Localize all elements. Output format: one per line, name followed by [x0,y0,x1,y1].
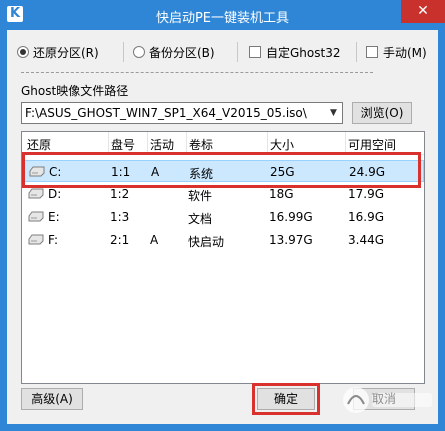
table-row[interactable]: E: 1:3 文档 16.99G 16.9G [22,206,424,228]
backup-radio[interactable] [133,46,145,58]
restore-label[interactable]: 还原分区(R) [33,44,99,61]
col-divider [345,132,346,154]
cell-label: 文档 [188,212,213,226]
ok-button-highlight [252,383,320,415]
col-free[interactable]: 可用空间 [348,136,396,153]
mode-options: 还原分区(R) 备份分区(B) 自定Ghost32 手动(M) [17,42,437,62]
cell-drive: D: [48,187,62,201]
cell-free: 17.9G [348,187,385,201]
col-size[interactable]: 大小 [270,136,294,153]
cell-disk: 2:1 [110,233,130,247]
cell-disk: 1:2 [110,187,130,201]
close-button[interactable]: ✕ [401,0,445,23]
cell-drive: F: [48,233,59,247]
image-path-select[interactable]: F:\ASUS_GHOST_WIN7_SP1_X64_V2015_05.iso\… [21,102,343,124]
image-path-value: F:\ASUS_GHOST_WIN7_SP1_X64_V2015_05.iso\ [25,106,307,120]
col-divider [267,132,268,154]
drive-icon [28,188,44,199]
image-path-label: Ghost映像文件路径 [21,84,129,98]
table-row[interactable]: F: 2:1 A 快启动 13.97G 3.44G [22,229,424,251]
manual-checkbox[interactable] [366,46,378,58]
option-divider [356,42,357,62]
col-divider [147,132,148,154]
cell-label: 快启动 [188,235,225,249]
cell-disk: 1:3 [110,210,130,224]
custom-ghost-checkbox[interactable] [249,46,261,58]
drive-icon [28,234,44,245]
cell-size: 18G [269,187,294,201]
chevron-down-icon[interactable]: ▼ [325,103,342,123]
cell-free: 3.44G [348,233,385,247]
title-bar: K 快启动PE一键装机工具 ✕ [0,0,445,30]
window-title: 快启动PE一键装机工具 [155,11,290,26]
backup-label[interactable]: 备份分区(B) [149,44,215,61]
manual-label[interactable]: 手动(M) [383,44,427,61]
app-window: K 快启动PE一键装机工具 ✕ 还原分区(R) 备份分区(B) 自定Ghost3… [0,0,445,431]
cell-size: 13.97G [269,233,313,247]
col-label[interactable]: 卷标 [189,136,213,153]
watermark-logo-icon [343,387,432,413]
cell-label: 软件 [188,189,213,203]
cell-active: A [150,233,159,247]
cell-size: 16.99G [269,210,313,224]
selected-row-highlight [22,152,421,188]
option-divider [237,42,238,62]
custom-ghost-label[interactable]: 自定Ghost32 [266,44,340,61]
col-divider [186,132,187,154]
option-divider [123,42,124,62]
col-divider [108,132,109,154]
col-disk[interactable]: 盘号 [111,136,135,153]
advanced-button[interactable]: 高级(A) [21,388,83,410]
restore-radio[interactable] [17,46,29,58]
separator [21,72,373,73]
cell-free: 16.9G [348,210,385,224]
browse-button[interactable]: 浏览(O) [352,102,412,124]
col-active[interactable]: 活动 [150,136,174,153]
cell-drive: E: [48,210,60,224]
drive-icon [28,211,44,222]
dialog-body: 还原分区(R) 备份分区(B) 自定Ghost32 手动(M) Ghost映像文… [7,30,438,424]
col-restore[interactable]: 还原 [27,136,51,153]
